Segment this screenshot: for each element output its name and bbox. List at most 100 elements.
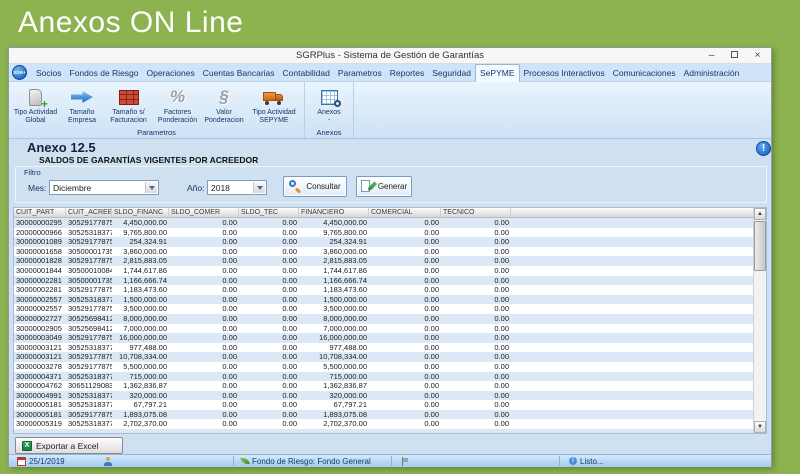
column-header[interactable]: SLDO_FINANC	[112, 208, 169, 217]
table-cell: 0.00	[239, 410, 299, 420]
table-cell: 67,797.21	[112, 400, 169, 410]
table-cell: 0.00	[239, 400, 299, 410]
ribbon-button-label: Ponderacion	[204, 117, 243, 125]
menu-item-cuentas-bancarias[interactable]: Cuentas Bancarias	[199, 65, 279, 81]
table-row[interactable]: 30000000295305291778754,450,000.000.000.…	[14, 218, 753, 228]
table-cell: 0.00	[239, 247, 299, 257]
menu-item-contabilidad[interactable]: Contabilidad	[279, 65, 334, 81]
info-small-icon: !	[569, 457, 577, 465]
table-row[interactable]: 30000004762306511290831,362,836.870.000.…	[14, 381, 753, 391]
column-header[interactable]: SLDO_COMER	[169, 208, 239, 217]
table-cell: 0.00	[239, 218, 299, 228]
ribbon-button-label: Valor	[216, 109, 232, 117]
table-row[interactable]: 30000002281305000017351,166,666.740.000.…	[14, 276, 753, 286]
grid-rows: 30000000295305291778754,450,000.000.000.…	[14, 218, 753, 433]
table-row[interactable]: 30000001844305000100841,744,617.860.000.…	[14, 266, 753, 276]
table-row[interactable]: 300000051813052531837767,797.210.000.006…	[14, 400, 753, 410]
table-row[interactable]: 3000000437130525318377715,000.000.000.00…	[14, 372, 753, 382]
column-header[interactable]: SLDO_TEC	[239, 208, 299, 217]
table-cell: 0.00	[369, 419, 441, 429]
table-cell: 30529177875	[66, 333, 112, 343]
page-banner-title: Anexos ON Line	[18, 6, 243, 40]
filter-group-label: Filtro	[24, 168, 41, 177]
table-row[interactable]: 30000003278305291778755,500,000.000.000.…	[14, 362, 753, 372]
consultar-button[interactable]: Consultar	[283, 176, 347, 197]
scroll-down-icon[interactable]: ▼	[754, 421, 766, 433]
vertical-scrollbar[interactable]: ▲ ▼	[753, 208, 766, 433]
table-cell: 0.00	[239, 419, 299, 429]
table-row[interactable]: 300000031213052917787510,708,334.000.000…	[14, 352, 753, 362]
column-header[interactable]: CUIT_ACREE...	[66, 208, 112, 217]
exportar-excel-button[interactable]: X Exportar a Excel	[15, 437, 123, 454]
mes-dropdown[interactable]: Diciembre	[49, 180, 159, 195]
table-row[interactable]: 20000000966305253183779,765,800.000.000.…	[14, 228, 753, 238]
table-cell: 0.00	[369, 256, 441, 266]
ribbon-button-tipo-actividad-sepyme[interactable]: Tipo Actividad SEPYME	[246, 84, 302, 126]
table-row[interactable]: 30000001658305000017353,860,000.000.000.…	[14, 247, 753, 257]
menu-item-socios[interactable]: Socios	[32, 65, 66, 81]
ribbon-button-tamano-facturacion[interactable]: Tamaño s/ Facturacion	[104, 84, 153, 126]
table-row-partial[interactable]	[14, 429, 753, 433]
ribbon-button-valor-ponderacion[interactable]: § Valor Ponderacion	[202, 84, 246, 126]
status-ready-panel: ! Listo...	[569, 455, 604, 467]
window-controls: – ×	[700, 48, 769, 64]
anio-dropdown[interactable]: 2018	[207, 180, 267, 195]
table-row[interactable]: 3000000108930529177875254,324.910.000.00…	[14, 237, 753, 247]
close-button[interactable]: ×	[746, 49, 769, 63]
table-cell: 0.00	[441, 362, 511, 372]
menu-item-administraci-n[interactable]: Administración	[680, 65, 744, 81]
ribbon-button-tamano-empresa[interactable]: Tamaño Empresa	[60, 84, 104, 126]
table-row[interactable]: 300000030493052917787516,000,000.000.000…	[14, 333, 753, 343]
ribbon-button-label: -	[328, 117, 330, 125]
table-row[interactable]: 30000005319305253183772,702,370.000.000.…	[14, 419, 753, 429]
table-cell: 715,000.00	[112, 372, 169, 382]
table-row[interactable]: 30000001828305291778752,815,883.050.000.…	[14, 256, 753, 266]
table-cell: 0.00	[169, 410, 239, 420]
table-row[interactable]: 30000002727305256984128,000,000.000.000.…	[14, 314, 753, 324]
table-cell: 0.00	[441, 343, 511, 353]
menu-item-operaciones[interactable]: Operaciones	[143, 65, 199, 81]
scroll-up-icon[interactable]: ▲	[754, 208, 766, 220]
maximize-button[interactable]	[723, 49, 746, 63]
ribbon-button-tipo-actividad-global[interactable]: + Tipo Actividad Global	[11, 84, 60, 126]
menu-item-comunicaciones[interactable]: Comunicaciones	[609, 65, 680, 81]
generar-button[interactable]: Generar	[356, 176, 412, 197]
table-row[interactable]: 30000002557305253183771,500,000.000.000.…	[14, 295, 753, 305]
table-cell: 30529177875	[66, 352, 112, 362]
menu-item-seguridad[interactable]: Seguridad	[428, 65, 475, 81]
table-cell: 30000005319	[14, 419, 66, 429]
menu-item-fondos-de-riesgo[interactable]: Fondos de Riesgo	[66, 65, 143, 81]
table-row[interactable]: 30000002557305291778753,500,000.000.000.…	[14, 304, 753, 314]
column-header[interactable]: TECNICO	[441, 208, 511, 217]
ribbon-toolbar: + Tipo Actividad Global Tamaño Empresa T…	[9, 82, 771, 139]
column-header[interactable]: CUIT_PART	[14, 208, 66, 217]
column-header[interactable]: FINANCIERO	[299, 208, 369, 217]
table-row[interactable]: 30000005181305291778751,893,075.080.000.…	[14, 410, 753, 420]
table-cell: 1,362,836.87	[112, 381, 169, 391]
table-cell: 0.00	[169, 391, 239, 401]
table-row[interactable]: 3000000499130525318377320,000.000.000.00…	[14, 391, 753, 401]
menu-item-sepyme[interactable]: SePYME	[475, 64, 520, 82]
table-row[interactable]: 3000000312130525318377977,488.000.000.00…	[14, 343, 753, 353]
column-header[interactable]: COMERCIAL	[369, 208, 441, 217]
magnifier-icon	[289, 180, 302, 193]
table-cell: 0.00	[369, 362, 441, 372]
table-cell: 254,324.91	[299, 237, 369, 247]
ribbon-button-factores-ponderacion[interactable]: % Factores Ponderación	[153, 84, 202, 126]
scrollbar-thumb[interactable]	[754, 221, 766, 271]
table-cell: 3,500,000.00	[299, 304, 369, 314]
table-cell: 0.00	[441, 400, 511, 410]
window-titlebar[interactable]: SGRPlus - Sistema de Gestión de Garantía…	[9, 48, 771, 64]
table-row[interactable]: 30000002281305291778751,183,473.600.000.…	[14, 285, 753, 295]
mes-label: Mes:	[28, 183, 46, 193]
table-row[interactable]: 30000002905305256984127,000,000.000.000.…	[14, 324, 753, 334]
table-cell: 1,500,000.00	[299, 295, 369, 305]
results-grid: CUIT_PARTCUIT_ACREE...SLDO_FINANCSLDO_CO…	[13, 207, 767, 434]
info-icon[interactable]: !	[756, 141, 771, 156]
menu-item-procesos-interactivos[interactable]: Procesos Interactivos	[520, 65, 609, 81]
table-cell: 1,744,617.86	[112, 266, 169, 276]
minimize-button[interactable]: –	[700, 49, 723, 63]
ribbon-button-anexos[interactable]: Anexos -	[307, 84, 351, 126]
menu-item-parametros[interactable]: Parametros	[334, 65, 386, 81]
menu-item-reportes[interactable]: Reportes	[386, 65, 429, 81]
